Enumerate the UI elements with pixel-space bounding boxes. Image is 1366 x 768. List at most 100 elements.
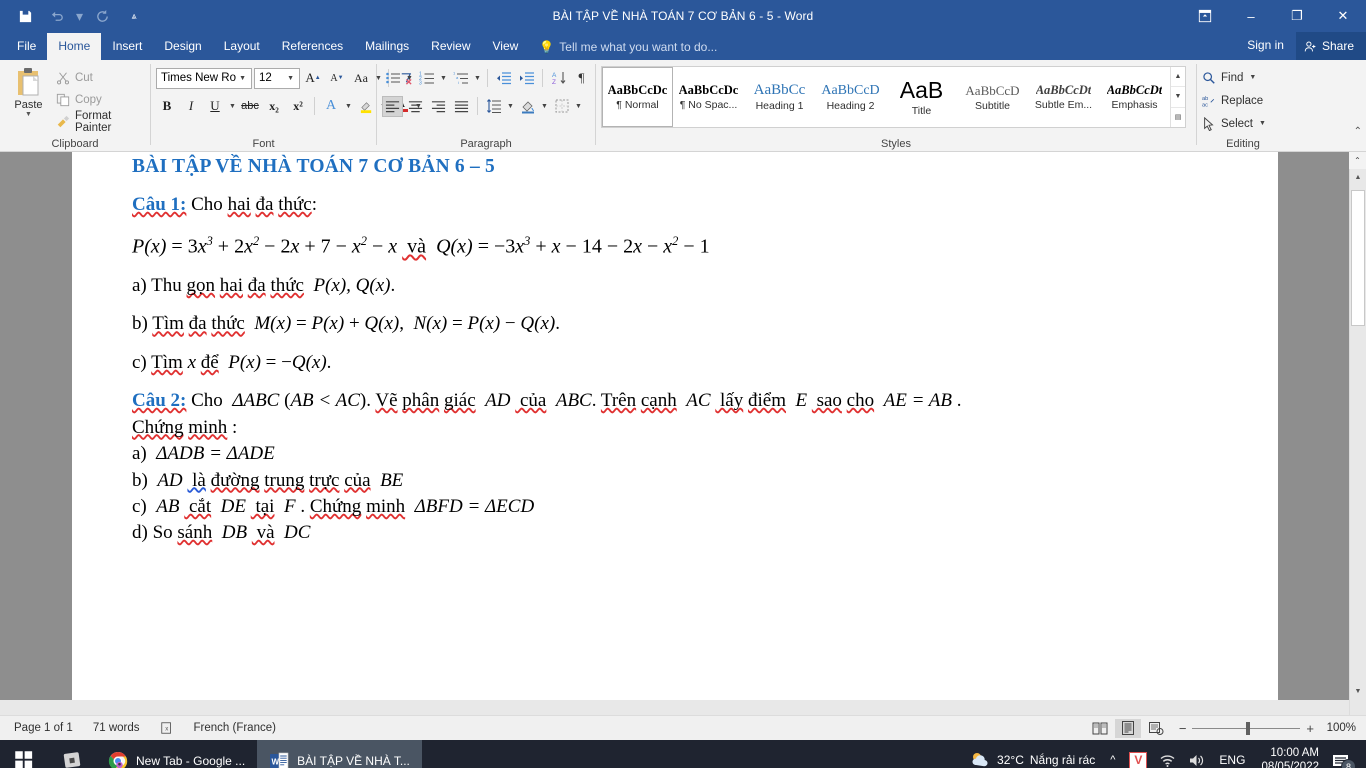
style-heading-2[interactable]: AaBbCcD Heading 2: [815, 67, 886, 127]
borders-icon[interactable]: [551, 96, 572, 117]
text-effects-dropdown-icon[interactable]: ▼: [344, 103, 353, 110]
customize-qat-icon[interactable]: ⩓: [119, 3, 149, 29]
zoom-track[interactable]: [1192, 721, 1301, 735]
multilevel-list-icon[interactable]: 1ai: [450, 68, 471, 89]
start-icon[interactable]: [0, 740, 48, 768]
page-indicator[interactable]: Page 1 of 1: [4, 722, 83, 734]
redo-icon[interactable]: [87, 3, 117, 29]
italic-button[interactable]: I: [180, 95, 202, 117]
style-subtle-emphasis[interactable]: AaBbCcDt Subtle Em...: [1028, 67, 1099, 127]
cut-button[interactable]: Cut: [52, 68, 145, 88]
styles-gallery-scroll[interactable]: ▲ ▼ ▤: [1170, 67, 1185, 127]
style-normal[interactable]: AaBbCcDc ¶ Normal: [602, 67, 673, 127]
roblox-icon[interactable]: [48, 740, 96, 768]
align-center-icon[interactable]: [405, 96, 426, 117]
undo-dropdown-icon[interactable]: ▾: [74, 3, 85, 29]
sort-icon[interactable]: AZ: [548, 68, 569, 89]
text-effects-icon[interactable]: A: [320, 95, 342, 117]
undo-icon[interactable]: [42, 3, 72, 29]
zoom-in-button[interactable]: +: [1306, 721, 1314, 736]
gallery-scroll-down-icon[interactable]: ▼: [1171, 87, 1185, 108]
save-icon[interactable]: [10, 3, 40, 29]
language-indicator[interactable]: ENG: [1211, 740, 1253, 768]
ribbon-display-options-icon[interactable]: [1182, 0, 1228, 32]
scroll-collapse-icon[interactable]: ⌃: [1349, 152, 1366, 169]
tab-mailings[interactable]: Mailings: [354, 33, 420, 60]
horizontal-scrollbar[interactable]: [0, 700, 1349, 715]
tab-design[interactable]: Design: [153, 33, 212, 60]
taskbar-window-chrome[interactable]: New Tab - Google ...: [96, 740, 257, 768]
notification-center-button[interactable]: 8: [1327, 740, 1360, 768]
gallery-more-icon[interactable]: ▤: [1171, 108, 1185, 127]
gallery-scroll-up-icon[interactable]: ▲: [1171, 67, 1185, 88]
show-hidden-icons-button[interactable]: ^: [1102, 740, 1123, 768]
vertical-scrollbar[interactable]: ⌃ ▲ ▼: [1349, 152, 1366, 715]
show-formatting-marks-icon[interactable]: ¶: [571, 68, 592, 89]
clock[interactable]: 10:00 AM 08/05/2022: [1253, 746, 1327, 768]
superscript-button[interactable]: x²: [287, 95, 309, 117]
tab-file[interactable]: File: [6, 33, 48, 60]
bold-button[interactable]: B: [156, 95, 178, 117]
borders-dropdown-icon[interactable]: ▼: [574, 103, 583, 110]
strikethrough-button[interactable]: abc: [239, 95, 261, 117]
zoom-slider[interactable]: − +: [1171, 721, 1322, 736]
tab-review[interactable]: Review: [420, 33, 481, 60]
collapse-ribbon-icon[interactable]: ⌃: [1354, 126, 1362, 137]
align-right-icon[interactable]: [428, 96, 449, 117]
highlight-icon[interactable]: [355, 95, 377, 117]
font-size-box[interactable]: 12 ▼: [254, 67, 300, 89]
format-painter-button[interactable]: Format Painter: [52, 110, 145, 134]
style-subtitle[interactable]: AaBbCcD Subtitle: [957, 67, 1028, 127]
numbering-icon[interactable]: 123: [416, 68, 437, 89]
read-mode-icon[interactable]: [1087, 719, 1113, 738]
find-dropdown-icon[interactable]: ▼: [1248, 74, 1257, 81]
tab-references[interactable]: References: [271, 33, 354, 60]
share-button[interactable]: Share: [1295, 32, 1366, 60]
zoom-out-button[interactable]: −: [1179, 721, 1187, 736]
document-content[interactable]: BÀI TẬP VỀ NHÀ TOÁN 7 CƠ BẢN 6 – 5 Câu 1…: [72, 152, 1278, 545]
font-size-dropdown-icon[interactable]: ▼: [284, 75, 297, 82]
multilevel-dropdown-icon[interactable]: ▼: [473, 75, 482, 82]
font-name-dropdown-icon[interactable]: ▼: [236, 75, 249, 82]
select-dropdown-icon[interactable]: ▼: [1258, 120, 1267, 127]
zoom-level[interactable]: 100%: [1324, 722, 1362, 734]
paste-button[interactable]: Paste ▼: [5, 64, 52, 118]
document-page[interactable]: BÀI TẬP VỀ NHÀ TOÁN 7 CƠ BẢN 6 – 5 Câu 1…: [72, 152, 1278, 700]
wifi-icon[interactable]: [1153, 740, 1182, 768]
volume-icon[interactable]: [1182, 740, 1211, 768]
align-left-icon[interactable]: [382, 95, 403, 117]
select-button[interactable]: Select ▼: [1202, 113, 1267, 134]
font-name-box[interactable]: Times New Ro ▼: [156, 67, 252, 89]
close-button[interactable]: ✕: [1320, 0, 1366, 32]
bullets-dropdown-icon[interactable]: ▼: [405, 75, 414, 82]
scroll-down-icon[interactable]: ▼: [1350, 683, 1366, 700]
numbering-dropdown-icon[interactable]: ▼: [439, 75, 448, 82]
print-layout-icon[interactable]: [1114, 718, 1141, 738]
copy-button[interactable]: Copy: [52, 90, 145, 110]
proofing-errors-icon[interactable]: x: [150, 721, 184, 735]
underline-button[interactable]: U: [204, 95, 226, 117]
decrease-indent-icon[interactable]: [493, 68, 514, 89]
justify-icon[interactable]: [451, 96, 472, 117]
underline-dropdown-icon[interactable]: ▼: [228, 103, 237, 110]
weather-widget[interactable]: 32°C Nắng rải rác: [962, 740, 1102, 768]
style-emphasis[interactable]: AaBbCcDt Emphasis: [1099, 67, 1170, 127]
increase-indent-icon[interactable]: [516, 68, 537, 89]
tab-view[interactable]: View: [482, 33, 530, 60]
tab-home[interactable]: Home: [47, 33, 102, 60]
restore-button[interactable]: ❐: [1274, 0, 1320, 32]
sign-in-button[interactable]: Sign in: [1235, 32, 1296, 60]
line-spacing-dropdown-icon[interactable]: ▼: [506, 103, 515, 110]
zoom-thumb[interactable]: [1246, 721, 1251, 735]
style-title[interactable]: AaB Title: [886, 67, 957, 127]
tab-insert[interactable]: Insert: [101, 33, 153, 60]
bullets-icon[interactable]: [382, 68, 403, 89]
horizontal-scroll-thumb[interactable]: [72, 701, 1278, 714]
subscript-button[interactable]: x₂: [263, 95, 285, 117]
styles-gallery[interactable]: AaBbCcDc ¶ Normal AaBbCcDc ¶ No Spac... …: [601, 66, 1186, 128]
tell-me-box[interactable]: 💡 Tell me what you want to do...: [529, 35, 725, 60]
style-heading-1[interactable]: AaBbCc Heading 1: [744, 67, 815, 127]
scroll-up-icon[interactable]: ▲: [1350, 169, 1366, 186]
style-no-spacing[interactable]: AaBbCcDc ¶ No Spac...: [673, 67, 744, 127]
taskbar-window-word[interactable]: W BÀI TẬP VỀ NHÀ T...: [257, 740, 422, 768]
